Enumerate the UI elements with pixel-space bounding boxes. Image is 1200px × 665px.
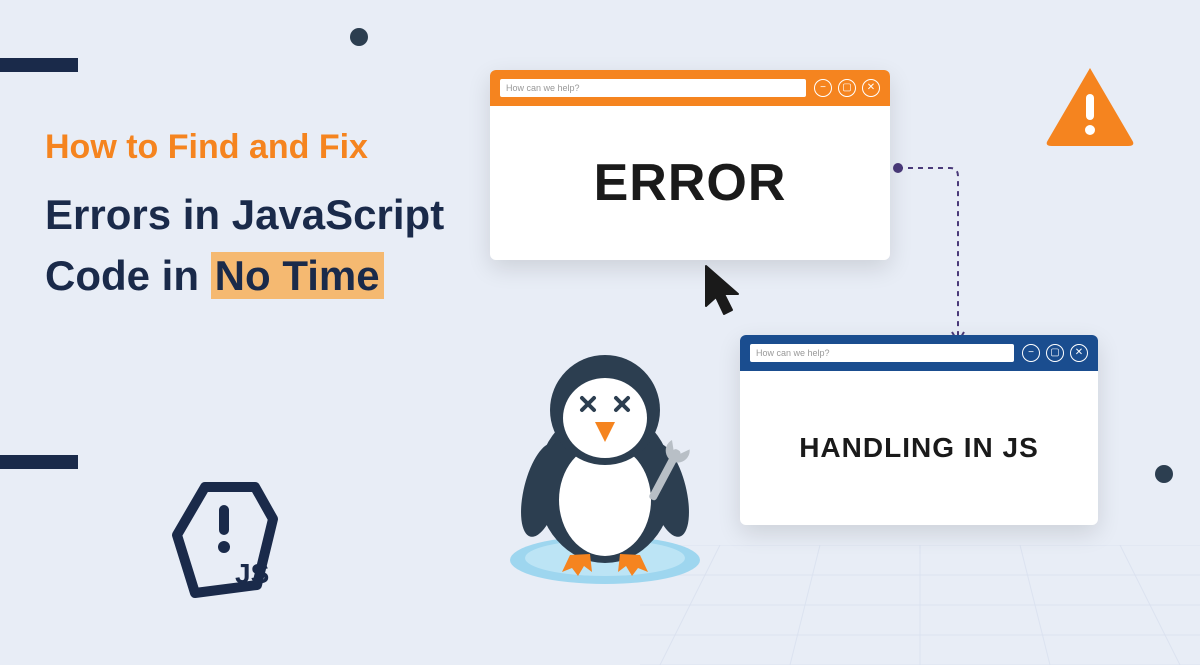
js-badge-icon: JS <box>165 475 285 605</box>
window-controls: − ▢ ✕ <box>1022 344 1088 362</box>
handling-window: How can we help? − ▢ ✕ HANDLING IN JS <box>740 335 1098 525</box>
warning-icon <box>1040 62 1140 152</box>
js-badge-text: JS <box>235 558 269 589</box>
headline: How to Find and Fix Errors in JavaScript… <box>45 128 525 307</box>
error-window-body: ERROR <box>490 106 890 260</box>
headline-line2: Errors in JavaScript Code in No Time <box>45 185 525 307</box>
decorative-bar-top <box>0 58 78 72</box>
decorative-bar-bottom <box>0 455 78 469</box>
error-window: How can we help? − ▢ ✕ ERROR <box>490 70 890 260</box>
penguin-illustration <box>490 340 720 590</box>
window-controls: − ▢ ✕ <box>814 79 880 97</box>
cursor-icon <box>700 262 752 320</box>
grid-floor <box>640 545 1200 665</box>
maximize-icon: ▢ <box>1046 344 1064 362</box>
handling-window-body: HANDLING IN JS <box>740 371 1098 525</box>
search-input: How can we help? <box>500 79 806 97</box>
error-window-titlebar: How can we help? − ▢ ✕ <box>490 70 890 106</box>
minimize-icon: − <box>1022 344 1040 362</box>
decorative-dot-top <box>350 28 368 46</box>
handling-window-titlebar: How can we help? − ▢ ✕ <box>740 335 1098 371</box>
decorative-dot-right <box>1155 465 1173 483</box>
minimize-icon: − <box>814 79 832 97</box>
maximize-icon: ▢ <box>838 79 856 97</box>
search-input: How can we help? <box>750 344 1014 362</box>
headline-line1: How to Find and Fix <box>45 128 525 167</box>
close-icon: ✕ <box>1070 344 1088 362</box>
headline-highlight: No Time <box>211 252 384 299</box>
close-icon: ✕ <box>862 79 880 97</box>
